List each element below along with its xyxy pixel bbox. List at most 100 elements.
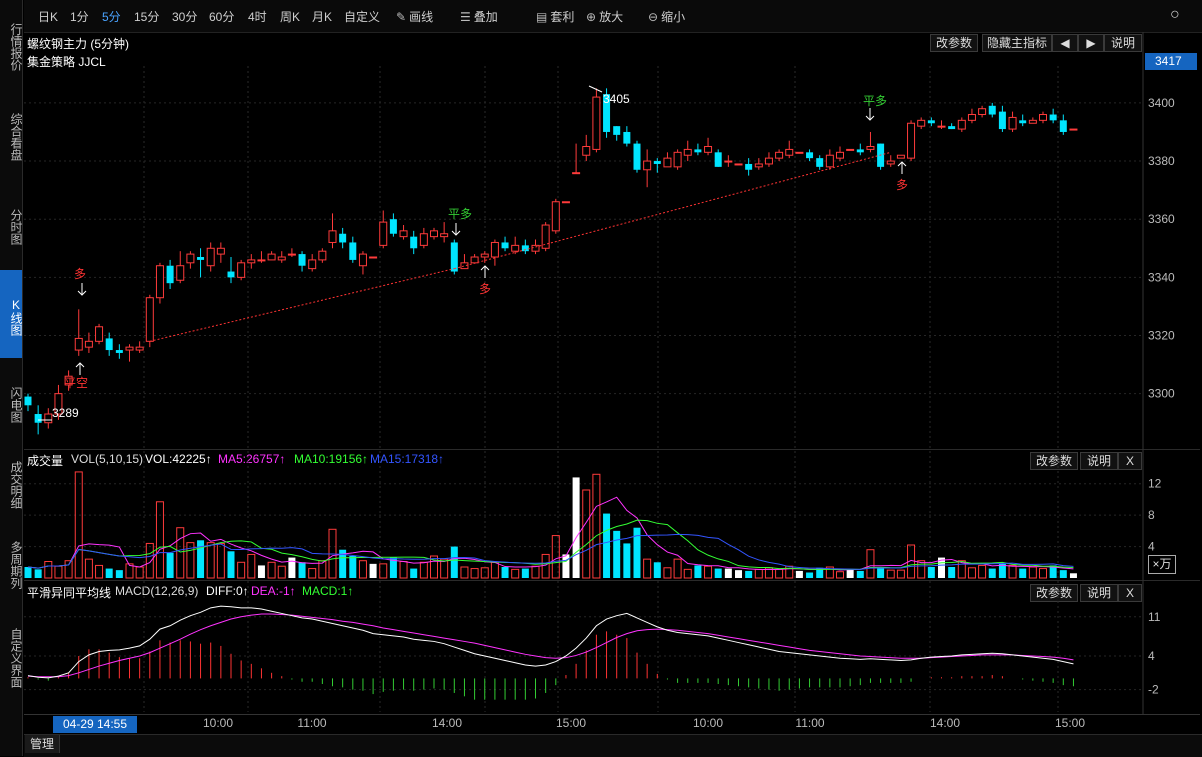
volume-bar: [216, 542, 225, 579]
volume-bar: [978, 564, 987, 579]
candle-body: [135, 346, 144, 351]
candle-body: [440, 233, 449, 238]
manage-tab[interactable]: 管理: [25, 735, 60, 753]
candle-body: [1039, 114, 1047, 121]
volume-bar: [358, 560, 367, 579]
volume-bar: [673, 558, 682, 579]
volume-bar: [490, 561, 499, 579]
candle-body: [694, 149, 702, 153]
kline-chart[interactable]: 3400338033603340332033001284114-210:00 11…: [0, 0, 1202, 756]
price-axis-tick: 3360: [1148, 212, 1175, 226]
candle-body: [1059, 120, 1067, 132]
candle-body: [896, 154, 905, 159]
candle-body: [521, 245, 529, 252]
volume-bar: [683, 568, 692, 579]
candle-body: [490, 241, 499, 258]
candle-body: [856, 149, 864, 153]
candle-body: [155, 265, 164, 299]
volume-bar: [419, 561, 428, 579]
volume-bar: [967, 567, 976, 579]
price-axis-tick: 3380: [1148, 154, 1175, 168]
volume-bar: [74, 471, 83, 579]
volume-bar: [653, 562, 661, 578]
candle-body: [551, 201, 560, 232]
candle-body: [816, 158, 824, 167]
signal-label: 多: [74, 267, 86, 281]
volume-axis-tick: 4: [1148, 540, 1155, 554]
price-axis-tick: 3320: [1148, 329, 1175, 343]
volume-bar: [795, 570, 803, 578]
candle-body: [745, 163, 753, 170]
volume-bar: [643, 558, 652, 579]
price-axis-tick: 3340: [1148, 270, 1175, 284]
volume-bar: [105, 568, 113, 578]
volume-bar: [501, 567, 509, 578]
volume-bar: [24, 567, 32, 578]
candle-body: [227, 271, 235, 278]
candle-body: [349, 242, 357, 260]
candle-body: [734, 163, 743, 166]
candle-body: [592, 96, 601, 150]
candle-body: [84, 340, 93, 348]
volume-bar: [896, 569, 905, 579]
volume-bar: [917, 560, 926, 579]
strategy-trend-line: [454, 151, 891, 270]
candle-body: [653, 161, 661, 164]
candle-body: [105, 338, 113, 351]
signal-arrow-down-icon: [77, 283, 87, 296]
volume-bar: [745, 570, 753, 578]
volume-bar: [115, 570, 123, 578]
candle-body: [257, 259, 266, 262]
volume-bar: [308, 568, 317, 579]
candle-body: [572, 172, 581, 175]
candle-body: [24, 396, 32, 406]
candle-body: [754, 163, 763, 168]
candle-body: [186, 253, 195, 264]
candle-body: [1069, 128, 1078, 131]
volume-bar: [877, 567, 885, 578]
signal-label: 多: [479, 282, 491, 296]
volume-bar: [470, 568, 479, 579]
candle-body: [704, 146, 713, 153]
candle-body: [825, 154, 834, 168]
candle-body: [277, 256, 286, 261]
volume-bar: [54, 565, 63, 579]
volume-unit-label: ×万: [1148, 555, 1176, 574]
candle-body: [886, 160, 895, 165]
signal-label: 平多: [448, 207, 472, 221]
candle-body: [410, 236, 418, 249]
volume-bar: [927, 567, 935, 578]
candle-body: [369, 256, 378, 259]
volume-bar: [613, 530, 621, 578]
candle-body: [339, 233, 347, 243]
volume-bar: [948, 567, 956, 578]
current-price-tag: 3417: [1145, 53, 1197, 70]
volume-bar: [460, 566, 469, 579]
volume-bar: [856, 570, 864, 578]
volume-axis-tick: 12: [1148, 477, 1162, 491]
candle-body: [430, 230, 438, 238]
volume-bar: [410, 568, 418, 578]
signal-arrow-down-icon: [451, 223, 461, 236]
volume-bar: [227, 551, 235, 578]
candle-body: [115, 350, 123, 353]
volume-bar: [521, 568, 529, 578]
candle-body: [419, 233, 428, 246]
volume-bar: [623, 543, 631, 578]
volume-bar: [298, 562, 306, 578]
volume-bar: [562, 554, 570, 578]
volume-bar: [603, 513, 611, 578]
candle-body: [74, 337, 83, 351]
signal-arrow-up-icon: [897, 161, 907, 174]
volume-bar: [1019, 568, 1027, 578]
candle-body: [247, 259, 256, 264]
volume-bar: [1039, 568, 1047, 579]
volume-bar: [95, 564, 104, 579]
volume-bar: [399, 561, 408, 579]
bottom-bar: [24, 734, 1202, 757]
candle-body: [480, 253, 489, 258]
volume-bar: [836, 571, 844, 579]
volume-bar: [135, 566, 144, 579]
volume-bar: [44, 561, 53, 579]
volume-bar: [511, 568, 520, 579]
